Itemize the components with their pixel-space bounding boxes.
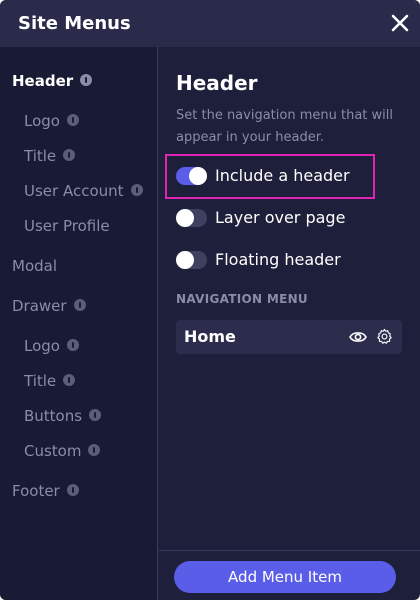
panel-title: Site Menus xyxy=(18,13,131,34)
info-icon[interactable] xyxy=(130,183,143,196)
toggle-switch[interactable] xyxy=(176,167,207,185)
sidebar: Header Logo Title User Account User Prof… xyxy=(0,47,158,600)
close-icon xyxy=(391,14,409,32)
toggle-label: Layer over page xyxy=(215,208,346,227)
sidebar-item-label: User Profile xyxy=(24,216,110,235)
sidebar-item-drawer-logo[interactable]: Logo xyxy=(24,334,79,356)
section-description: Set the navigation menu that will appear… xyxy=(176,108,393,145)
sidebar-item-label: Footer xyxy=(12,481,60,500)
site-menus-panel: Site Menus Header Logo Title User Accoun… xyxy=(0,0,420,600)
toggle-label: Floating header xyxy=(215,250,341,269)
sidebar-item-label: User Account xyxy=(24,181,124,200)
info-icon[interactable] xyxy=(66,113,79,126)
sidebar-item-user-profile[interactable]: User Profile xyxy=(24,214,110,236)
toggle-include-header[interactable]: Include a header xyxy=(176,165,406,189)
info-icon[interactable] xyxy=(88,443,101,456)
sidebar-item-modal[interactable]: Modal xyxy=(12,254,57,276)
sidebar-item-label: Modal xyxy=(12,256,57,275)
main-content: Header Set the navigation menu that will… xyxy=(159,47,420,550)
sidebar-item-buttons[interactable]: Buttons xyxy=(24,404,102,426)
sidebar-item-header[interactable]: Header xyxy=(12,69,93,91)
add-menu-item-button[interactable]: Add Menu Item xyxy=(174,561,396,593)
sidebar-item-footer[interactable]: Footer xyxy=(12,479,79,501)
navigation-menu-heading: NAVIGATION MENU xyxy=(176,292,308,306)
nav-menu-item-home[interactable]: Home xyxy=(176,320,402,354)
close-button[interactable] xyxy=(388,11,412,35)
toggle-knob xyxy=(176,209,194,227)
section-title: Header xyxy=(176,71,258,95)
toggle-layer-over-page[interactable]: Layer over page xyxy=(176,207,406,231)
toggle-label: Include a header xyxy=(215,166,350,185)
sidebar-item-label: Drawer xyxy=(12,296,67,315)
eye-icon[interactable] xyxy=(349,329,367,345)
panel-footer: Add Menu Item xyxy=(159,550,420,600)
info-icon[interactable] xyxy=(63,148,76,161)
sidebar-item-logo[interactable]: Logo xyxy=(24,109,79,131)
info-icon[interactable] xyxy=(80,73,93,86)
sidebar-item-custom[interactable]: Custom xyxy=(24,439,101,461)
sidebar-item-label: Title xyxy=(24,371,57,390)
sidebar-item-label: Buttons xyxy=(24,406,83,425)
sidebar-item-user-account[interactable]: User Account xyxy=(24,179,143,201)
title-bar: Site Menus xyxy=(0,0,420,47)
info-icon[interactable] xyxy=(66,483,79,496)
sidebar-item-drawer[interactable]: Drawer xyxy=(12,294,86,316)
info-icon[interactable] xyxy=(89,408,102,421)
toggle-knob xyxy=(176,251,194,269)
gear-icon[interactable] xyxy=(376,328,393,345)
sidebar-item-title[interactable]: Title xyxy=(24,144,76,166)
info-icon[interactable] xyxy=(73,298,86,311)
toggle-switch[interactable] xyxy=(176,209,207,227)
sidebar-item-label: Logo xyxy=(24,336,60,355)
sidebar-item-label: Title xyxy=(24,146,57,165)
sidebar-item-label: Header xyxy=(12,71,74,90)
sidebar-item-label: Custom xyxy=(24,441,82,460)
toggle-switch[interactable] xyxy=(176,251,207,269)
toggle-knob xyxy=(189,167,207,185)
info-icon[interactable] xyxy=(63,373,76,386)
info-icon[interactable] xyxy=(66,338,79,351)
nav-item-label: Home xyxy=(184,327,236,346)
sidebar-item-drawer-title[interactable]: Title xyxy=(24,369,76,391)
toggle-floating-header[interactable]: Floating header xyxy=(176,249,406,273)
sidebar-item-label: Logo xyxy=(24,111,60,130)
